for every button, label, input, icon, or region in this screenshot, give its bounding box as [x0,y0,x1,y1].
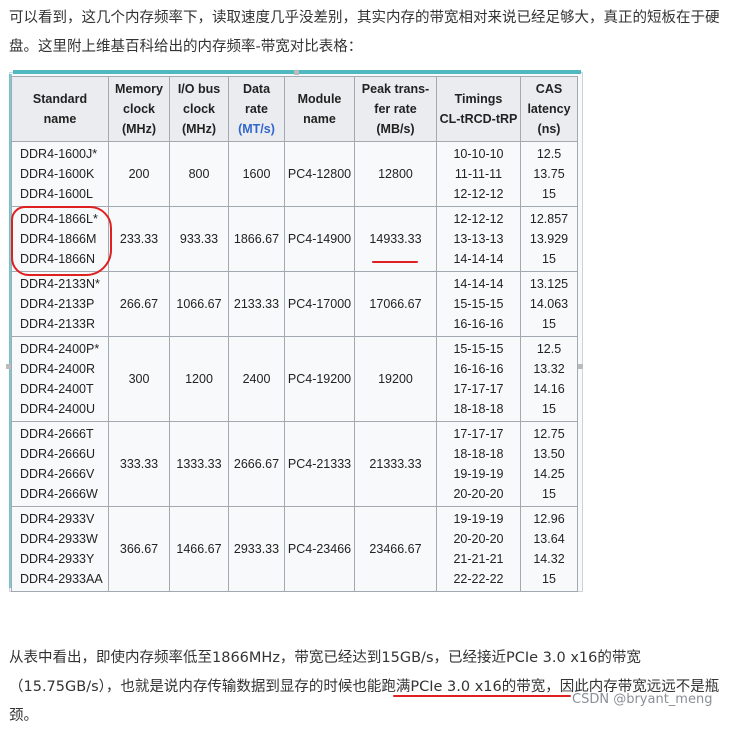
cell-cas-latency: 12.857 13.929 15 [520,206,578,272]
cell-io-bus-clock: 1466.67 [169,506,229,592]
resize-handle-right[interactable] [578,364,583,369]
header-memory-clock: Memory clock (MHz) [108,76,170,142]
cell-peak-transfer-rate: 17066.67 [354,271,437,337]
table-header-row: Standard name Memory clock (MHz) I/O bus clo… [11,76,578,142]
cell-data-rate: 2933.33 [228,506,285,592]
cell-memory-clock: 333.33 [108,421,170,507]
cell-timings: 10-10-10 11-11-11 12-12-12 [436,141,521,207]
cell-data-rate: 1600 [228,141,285,207]
cell-timings: 19-19-19 20-20-20 21-21-21 22-22-22 [436,506,521,592]
table-row: DDR4-2400P* DDR4-2400R DDR4-2400T DDR4-2400… [11,336,578,422]
cell-standard-name: DDR4-2133N* DDR4-2133P DDR4-2133R [11,271,109,337]
header-io-bus-clock: I/O bus clock (MHz) [169,76,229,142]
cell-memory-clock: 300 [108,336,170,422]
table-row: DDR4-2133N* DDR4-2133P DDR4-2133R 266.67 106… [11,271,578,337]
cell-timings: 12-12-12 13-13-13 14-14-14 [436,206,521,272]
cell-cas-latency: 12.75 13.50 14.25 15 [520,421,578,507]
cell-io-bus-clock: 1333.33 [169,421,229,507]
red-circle-annotation [11,206,112,276]
outro-text: 从表中看出，即使内存频率低至1866MHz，带宽已经达到15GB/s，已经接近P… [9,650,641,695]
header-data-rate: Data rate (MT/s) [228,76,285,142]
table-row: DDR4-2666T DDR4-2666U DDR4-2666V DDR4-2666W… [11,421,578,507]
cell-module-name: PC4-17000 [284,271,355,337]
red-underline-annotation [372,261,418,263]
red-underline-emphasis [393,695,571,697]
cell-peak-transfer-rate: 21333.33 [354,421,437,507]
cell-peak-transfer-rate: 12800 [354,141,437,207]
cell-standard-name: DDR4-2400P* DDR4-2400R DDR4-2400T DDR4-2400… [11,336,109,422]
cell-data-rate: 1866.67 [228,206,285,272]
cell-peak-transfer-rate: 19200 [354,336,437,422]
cell-standard-name: DDR4-1600J* DDR4-1600K DDR4-1600L [11,141,109,207]
header-module-name: Module name [284,76,355,142]
cell-memory-clock: 266.67 [108,271,170,337]
cell-timings: 17-17-17 18-18-18 19-19-19 20-20-20 [436,421,521,507]
cell-timings: 14-14-14 15-15-15 16-16-16 [436,271,521,337]
mt-s-link[interactable]: (MT/s) [231,119,282,139]
resize-handle-top[interactable] [294,70,299,75]
table-row: DDR4-2933V DDR4-2933W DDR4-2933Y DDR4-2933A… [11,506,578,592]
cell-cas-latency: 12.96 13.64 14.32 15 [520,506,578,592]
cell-data-rate: 2666.67 [228,421,285,507]
cell-data-rate: 2133.33 [228,271,285,337]
header-peak-transfer-rate: Peak trans-fer rate (MB/s) [354,76,437,142]
cell-timings: 15-15-15 16-16-16 17-17-17 18-18-18 [436,336,521,422]
csdn-watermark: CSDN @bryant_meng [572,692,713,707]
cell-peak-transfer-rate: 23466.67 [354,506,437,592]
ddr4-comparison-table: Standard name Memory clock (MHz) I/O bus clo… [11,76,578,592]
cell-module-name: PC4-21333 [284,421,355,507]
cell-io-bus-clock: 1200 [169,336,229,422]
header-cas-latency: CAS latency (ns) [520,76,578,142]
cell-io-bus-clock: 1066.67 [169,271,229,337]
cell-cas-latency: 12.5 13.32 14.16 15 [520,336,578,422]
cell-cas-latency: 13.125 14.063 15 [520,271,578,337]
cell-standard-name: DDR4-2933V DDR4-2933W DDR4-2933Y DDR4-2933A… [11,506,109,592]
cell-standard-name: DDR4-2666T DDR4-2666U DDR4-2666V DDR4-2666W [11,421,109,507]
cell-data-rate: 2400 [228,336,285,422]
cell-io-bus-clock: 800 [169,141,229,207]
cell-memory-clock: 200 [108,141,170,207]
table-row: DDR4-1600J* DDR4-1600K DDR4-1600L 200 800 160… [11,141,578,207]
header-standard-name: Standard name [11,76,109,142]
cell-memory-clock: 233.33 [108,206,170,272]
cell-io-bus-clock: 933.33 [169,206,229,272]
cell-module-name: PC4-23466 [284,506,355,592]
cell-module-name: PC4-19200 [284,336,355,422]
cell-module-name: PC4-14900 [284,206,355,272]
cell-module-name: PC4-12800 [284,141,355,207]
header-timings: Timings CL-tRCD-tRP [436,76,521,142]
cell-memory-clock: 366.67 [108,506,170,592]
intro-paragraph: 可以看到，这几个内存频率下，读取速度几乎没差别，其实内存的带宽相对来说已经足够大… [9,10,720,55]
cell-cas-latency: 12.5 13.75 15 [520,141,578,207]
